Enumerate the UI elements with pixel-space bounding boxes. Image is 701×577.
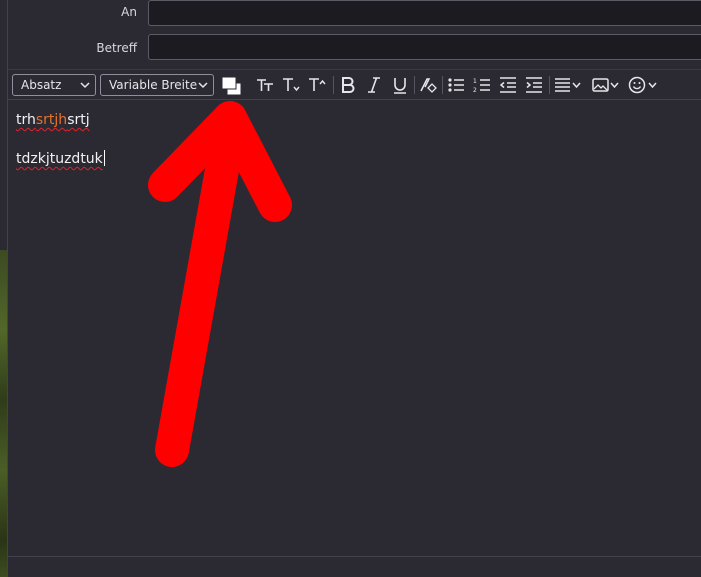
text-cursor [103,150,105,166]
larger-font-button[interactable] [307,75,327,95]
outdent-icon [499,77,516,93]
chevron-down-icon [197,75,209,103]
background-strip [0,0,7,577]
bullet-list-icon [448,78,464,92]
smaller-font-icon [283,78,300,92]
toolbar-separator [549,76,550,94]
underline-button[interactable] [390,75,410,95]
insert-image-icon [592,78,619,92]
subject-label: Betreff [96,41,137,55]
emoji-icon [628,76,657,94]
smaller-font-button[interactable] [281,75,301,95]
svg-text:2: 2 [473,87,477,94]
underline-icon [394,78,406,94]
numbered-list-button[interactable]: 1 2 [472,75,492,95]
subject-label-text: Betreff [96,41,137,55]
message-body-editor[interactable]: trhsrtjhsrtj tdzkjtuzdtuk [8,100,701,556]
body-text: trh [16,112,36,128]
toolbar-separator [333,76,334,94]
formatting-toolbar: Absatz Variable Breite 1 2 [8,69,701,100]
clear-formatting-icon [420,78,437,93]
italic-icon [368,77,380,93]
font-value: Variable Breite [109,78,198,92]
text-color-icon [221,76,242,96]
insert-image-button[interactable] [591,75,621,95]
paragraph-format-select[interactable]: Absatz [12,74,96,96]
body-text: tdzkjtuzdtuk [16,151,103,167]
outdent-button[interactable] [498,75,518,95]
compose-window: An Betreff Absatz Variable Breite 1 2 tr… [7,0,701,577]
font-size-button[interactable] [255,75,275,95]
toolbar-separator [414,76,415,94]
body-line: tdzkjtuzdtuk [16,150,105,167]
bullet-list-button[interactable] [446,75,466,95]
numbered-list-icon: 1 2 [473,78,490,94]
indent-icon [526,77,542,93]
text-color-button[interactable] [221,75,249,96]
indent-button[interactable] [524,75,544,95]
body-text: srtj [67,112,90,128]
larger-font-icon [309,78,326,91]
bold-button[interactable] [338,75,358,95]
compose-footer [8,556,701,577]
align-button[interactable] [553,75,583,95]
body-line: trhsrtjhsrtj [16,112,90,128]
emoji-button[interactable] [627,75,659,95]
to-label: An [121,5,137,19]
italic-button[interactable] [364,75,384,95]
colored-body-text: srtjh [35,112,68,128]
bold-icon [342,77,355,93]
align-icon [555,78,581,92]
toolbar-separator [442,76,443,94]
to-field[interactable] [148,0,701,26]
font-size-icon [257,79,273,91]
chevron-down-icon [79,75,91,103]
svg-text:1: 1 [473,78,477,85]
font-select[interactable]: Variable Breite [100,74,214,96]
paragraph-format-value: Absatz [21,78,62,92]
subject-field[interactable] [148,34,701,60]
clear-formatting-button[interactable] [418,75,438,95]
